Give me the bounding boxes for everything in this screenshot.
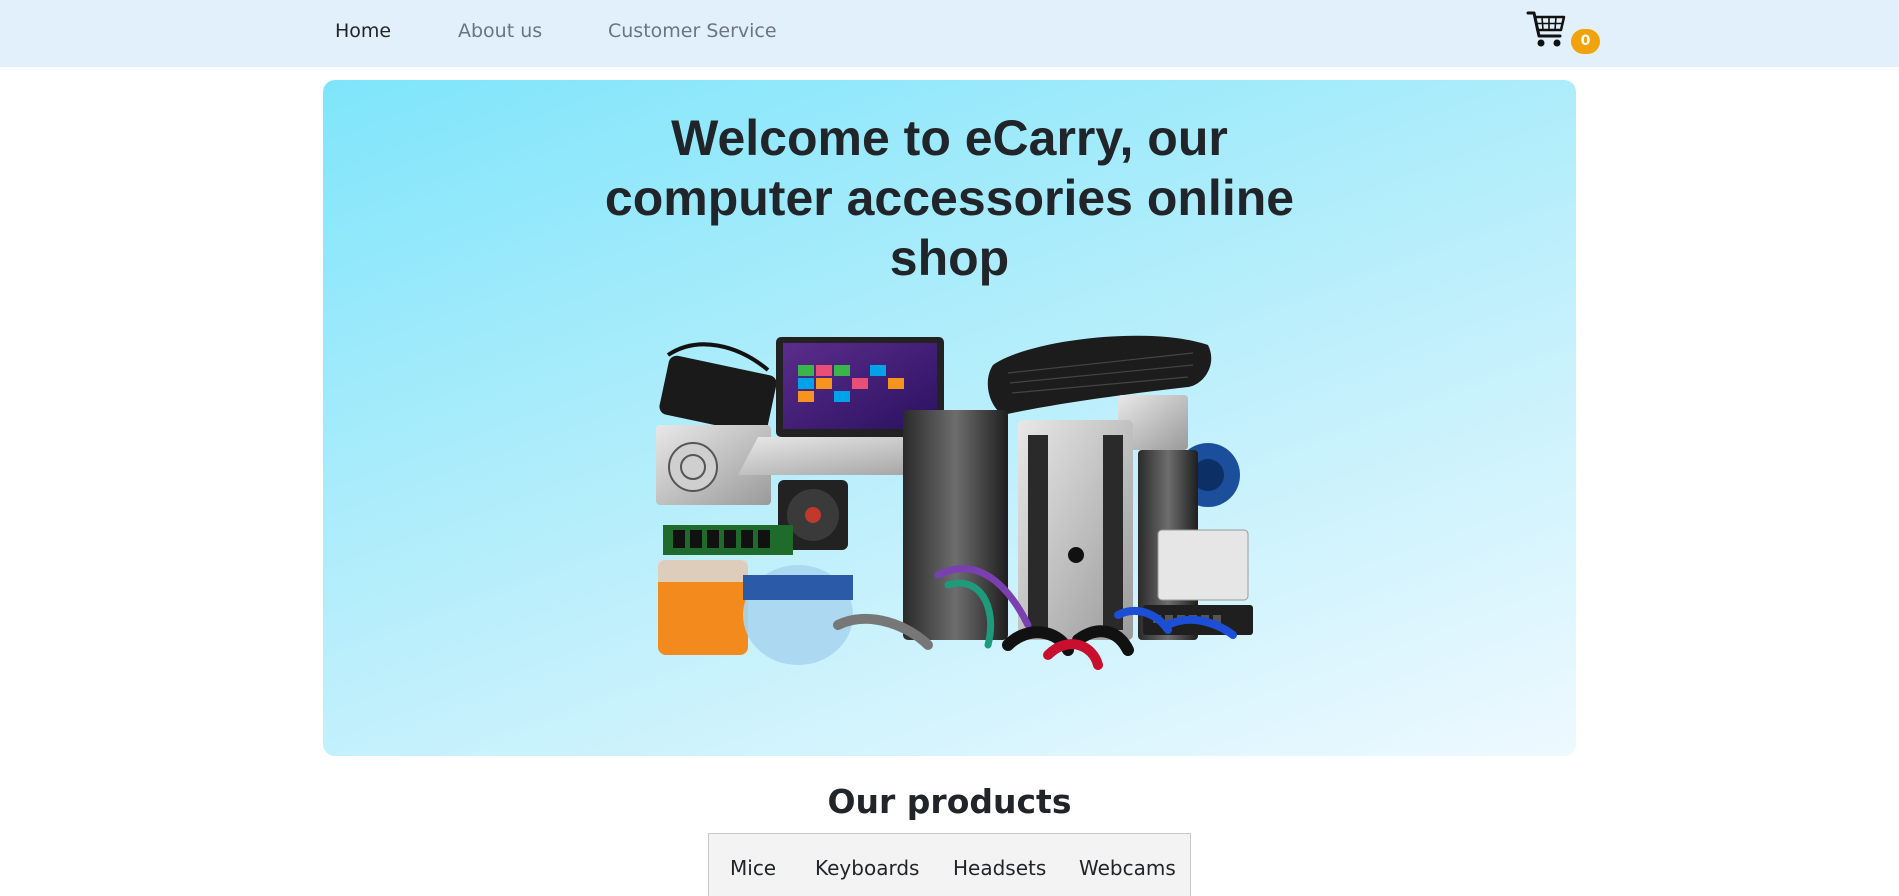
nav-customer-service-link[interactable]: Customer Service [608,20,777,42]
nav-home-link[interactable]: Home [335,20,391,42]
power-adapter [659,342,777,435]
tab-headsets[interactable]: Headsets [953,856,1046,880]
computer-accessories-image [656,335,1253,670]
power-supply-unit [1157,529,1249,601]
cd-spindle [743,565,853,665]
shopping-cart-icon[interactable] [1526,8,1568,50]
hero-title: Welcome to eCarry, our computer accessor… [323,108,1576,288]
cart-count-badge: 0 [1571,29,1600,54]
nav-about-link[interactable]: About us [458,20,542,42]
product-category-tabs: Mice Keyboards Headsets Webcams [708,833,1191,896]
memory-module [663,525,793,555]
products-heading: Our products [827,782,1072,821]
hero-title-line: computer accessories online [604,170,1295,226]
dvd-spindle [658,560,748,655]
top-navbar: Home About us Customer Service 0 [0,0,1899,67]
tab-webcams[interactable]: Webcams [1079,856,1176,880]
tab-mice[interactable]: Mice [730,856,776,880]
hero-banner: Welcome to eCarry, our computer accessor… [323,80,1576,756]
desktop-tower [1018,420,1133,640]
hero-title-line: Welcome to eCarry, our [671,110,1228,166]
tab-keyboards[interactable]: Keyboards [815,856,919,880]
desktop-tower [903,410,1008,640]
hero-title-line: shop [889,230,1010,286]
